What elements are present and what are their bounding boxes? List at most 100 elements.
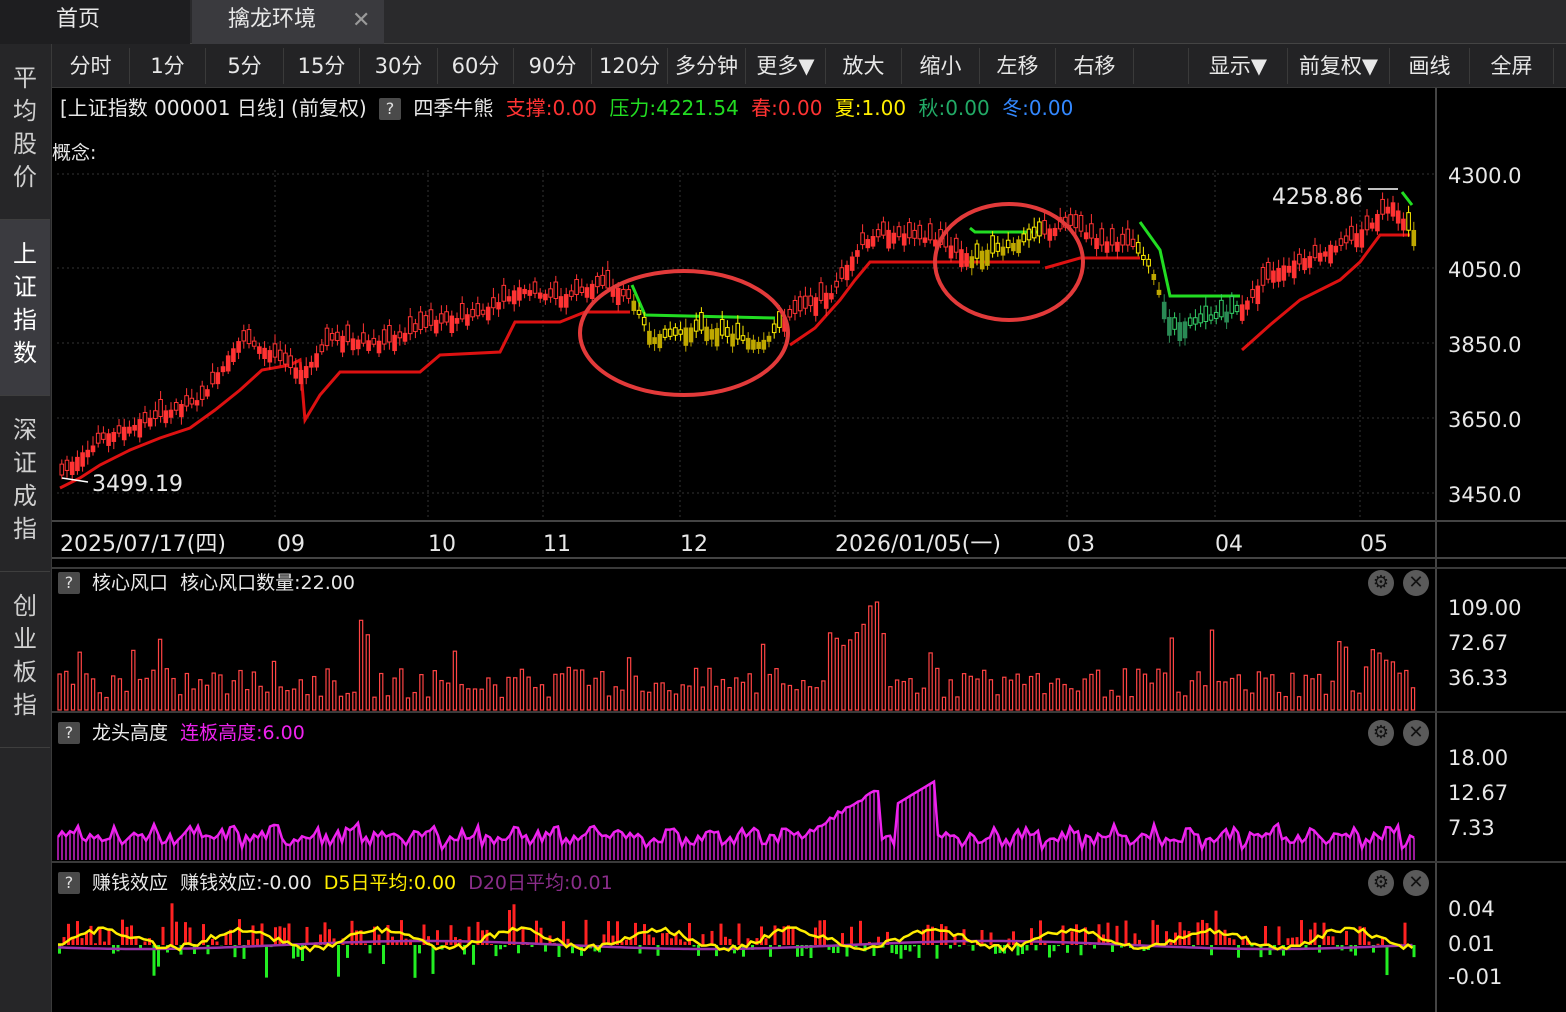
candle	[839, 259, 845, 282]
core-theme-bar	[499, 696, 505, 711]
core-theme-bar	[271, 660, 277, 711]
profit-effect-bar	[80, 938, 84, 945]
candle	[210, 363, 215, 388]
candle	[1193, 309, 1198, 331]
core-theme-bar	[365, 634, 371, 711]
core-theme-bar	[914, 692, 920, 711]
core-theme-bar	[854, 632, 860, 711]
candle	[418, 306, 423, 335]
core-theme-bar	[747, 673, 752, 711]
candle	[314, 345, 319, 371]
core-theme-bar	[713, 685, 719, 711]
core-theme-bar	[379, 672, 384, 711]
panel1-gear-icon[interactable]: ⚙	[1368, 570, 1394, 596]
y-tick: 3650.0	[1448, 408, 1521, 432]
profit-effect-bar	[1259, 945, 1263, 958]
core-theme-bar	[593, 677, 598, 711]
candle	[948, 236, 954, 263]
core-theme-bar	[720, 678, 726, 711]
core-theme-bar	[110, 675, 116, 711]
candle	[964, 246, 969, 271]
candle	[548, 282, 553, 303]
candle	[173, 398, 179, 416]
profit-effect-bar	[1331, 936, 1335, 945]
panel1-value: 核心风口数量:22.00	[180, 572, 355, 594]
candle	[262, 341, 267, 367]
panel2-close-icon[interactable]: ✕	[1403, 720, 1429, 746]
candle	[335, 324, 340, 346]
profit-effect-bar	[472, 945, 475, 965]
candle	[532, 277, 538, 299]
core-theme-bar	[667, 690, 672, 711]
candle	[823, 285, 829, 316]
profit-effect-bar	[1187, 930, 1191, 945]
panel1-help-icon[interactable]: ?	[58, 571, 80, 594]
panel3-d20: D20日平均:0.01	[468, 872, 613, 894]
candle-series	[59, 192, 1417, 482]
core-theme-bar	[1337, 640, 1342, 711]
panel1-close-icon[interactable]: ✕	[1403, 570, 1429, 596]
candle	[267, 345, 273, 370]
candle	[465, 307, 470, 330]
candle	[569, 284, 574, 301]
panel3-help-icon[interactable]: ?	[58, 871, 80, 894]
core-theme-bar	[1390, 661, 1396, 711]
candle	[168, 402, 174, 424]
core-theme-bar	[1048, 682, 1054, 711]
candle	[1234, 300, 1240, 315]
panel2-name: 龙头高度	[92, 722, 169, 744]
core-theme-bar	[1397, 672, 1402, 711]
core-theme-bar	[1115, 695, 1121, 711]
profit-effect-bar	[670, 938, 673, 945]
candle	[1052, 223, 1058, 241]
candlestick-chart[interactable]: 4258.86 3499.19 4300.0 4050.0 3850.0 365…	[0, 0, 1566, 1012]
core-theme-bar	[1062, 683, 1067, 711]
candle	[106, 428, 111, 453]
core-theme-bar	[586, 684, 592, 711]
core-theme-bar	[1122, 668, 1128, 711]
candle	[1037, 217, 1042, 244]
candle	[387, 319, 392, 350]
candle	[433, 315, 439, 337]
x-tick: 10	[428, 532, 456, 557]
candle	[699, 307, 704, 334]
core-theme-bar	[332, 680, 337, 711]
profit-effect-bar	[895, 945, 898, 955]
profit-effect-bar	[211, 938, 214, 945]
core-theme-bar	[345, 692, 350, 711]
candle	[1208, 306, 1214, 325]
candle	[439, 305, 444, 331]
panel3-close-icon[interactable]: ✕	[1403, 870, 1429, 896]
profit-effect-bar	[1034, 945, 1038, 951]
y-tick: 3450.0	[1448, 483, 1521, 507]
panel2-help-icon[interactable]: ?	[58, 721, 80, 744]
profit-effect-bar	[904, 945, 907, 951]
core-theme-bar	[626, 657, 632, 711]
profit-effect-bar	[121, 919, 124, 945]
candle	[241, 324, 247, 349]
core-theme-bar	[707, 667, 712, 711]
candle	[574, 274, 579, 302]
profit-effect-bar	[890, 945, 894, 953]
profit-effect-bar	[1016, 945, 1020, 956]
panel3-gear-icon[interactable]: ⚙	[1368, 870, 1394, 896]
candle	[912, 222, 917, 247]
candle	[719, 310, 725, 340]
candle	[1151, 269, 1157, 286]
profit-effect-bar	[490, 944, 493, 945]
profit-effect-bar	[382, 945, 385, 965]
core-theme-bar	[211, 672, 216, 711]
candle	[678, 321, 683, 341]
candle	[1021, 227, 1027, 246]
panel2-gear-icon[interactable]: ⚙	[1368, 720, 1394, 746]
candle	[543, 289, 548, 305]
profit-effect-bar	[913, 945, 916, 947]
candle	[75, 450, 80, 475]
candle	[1224, 304, 1229, 330]
candle	[355, 335, 361, 356]
candle	[1323, 247, 1328, 262]
core-theme-bar	[1162, 672, 1168, 711]
panel1-header: ? 核心风口 核心风口数量:22.00	[52, 568, 355, 598]
core-theme-bar	[1002, 676, 1007, 711]
candle	[1276, 259, 1281, 288]
